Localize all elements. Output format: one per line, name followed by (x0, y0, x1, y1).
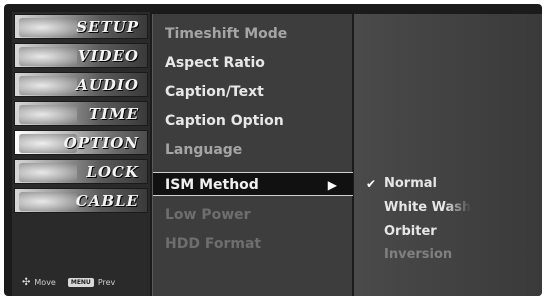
checkmark-icon: ✔ (366, 177, 377, 191)
option-normal[interactable]: ✔ Normal (354, 172, 542, 196)
sidebar-item-video[interactable]: VIDEO (14, 43, 148, 68)
arrow-right-icon: ▶ (327, 178, 337, 192)
option-label: Orbiter (384, 224, 437, 239)
prev-label: Prev (97, 277, 116, 287)
option-submenu: Timeshift Mode Aspect Ratio Caption/Text… (152, 14, 353, 296)
menu-item-label: ISM Method (165, 177, 259, 193)
sidebar-item-time[interactable]: TIME (14, 101, 148, 126)
option-label: White Wash (384, 200, 472, 215)
menu-item-timeshift-mode[interactable]: Timeshift Mode (153, 22, 353, 46)
menu-item-caption-text[interactable]: Caption/Text (153, 80, 353, 104)
sidebar-item-label: OPTION (63, 134, 139, 152)
tv-menu-screen: SETUP VIDEO AUDIO TIME OPTION LOCK CABLE… (4, 4, 542, 296)
menu-item-hdd-format[interactable]: HDD Format (153, 232, 353, 256)
navigation-hint: ✣ Move MENU Prev (22, 275, 150, 289)
sidebar-item-label: SETUP (76, 18, 139, 36)
main-menu-sidebar: SETUP VIDEO AUDIO TIME OPTION LOCK CABLE… (12, 12, 150, 296)
menu-item-caption-option[interactable]: Caption Option (153, 109, 353, 133)
option-white-wash[interactable]: White Wash (354, 196, 542, 220)
sidebar-item-audio[interactable]: AUDIO (14, 72, 148, 97)
move-label: Move (34, 277, 56, 287)
sidebar-item-label: VIDEO (77, 47, 139, 65)
setup-icon (19, 18, 77, 37)
menu-item-low-power[interactable]: Low Power (153, 203, 353, 227)
menu-item-language[interactable]: Language (153, 138, 353, 162)
sidebar-item-setup[interactable]: SETUP (14, 14, 148, 39)
time-icon (19, 105, 77, 124)
move-icon: ✣ (22, 276, 31, 288)
lock-icon (19, 163, 77, 182)
sidebar-item-option[interactable]: OPTION (14, 130, 148, 155)
cable-icon (19, 192, 77, 211)
option-label: Normal (384, 176, 437, 191)
sidebar-item-cable[interactable]: CABLE (14, 188, 148, 213)
video-icon (19, 47, 77, 66)
sidebar-item-label: LOCK (86, 163, 139, 181)
sidebar-item-label: CABLE (75, 192, 139, 210)
sidebar-item-label: AUDIO (76, 76, 139, 94)
option-orbiter[interactable]: Orbiter (354, 220, 542, 244)
option-label: Inversion (384, 247, 453, 262)
audio-icon (19, 76, 77, 95)
menu-item-aspect-ratio[interactable]: Aspect Ratio (153, 51, 353, 75)
menu-item-ism-method[interactable]: ISM Method ▶ (153, 172, 353, 196)
sidebar-item-lock[interactable]: LOCK (14, 159, 148, 184)
option-inversion[interactable]: Inversion (354, 243, 542, 267)
ism-method-options: ✔ Normal White Wash Orbiter Inversion (354, 14, 542, 296)
sidebar-item-label: TIME (88, 105, 139, 123)
menu-key-icon: MENU (67, 277, 94, 287)
